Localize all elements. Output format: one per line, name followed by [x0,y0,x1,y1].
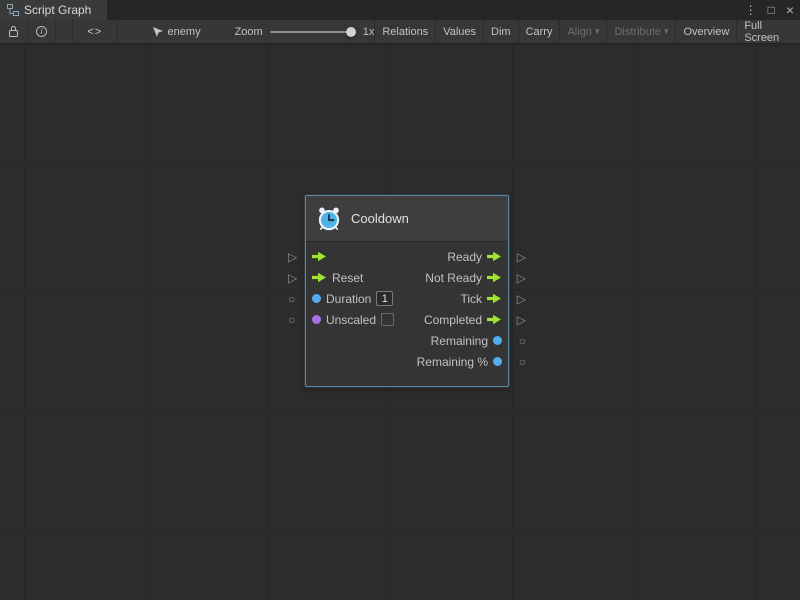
align-button[interactable]: Align ▾ [559,20,606,43]
node-row: ○ Duration Tick ▷ [306,288,508,309]
code-view-button[interactable]: <> [72,20,118,43]
code-icon: <> [87,26,102,38]
relations-button[interactable]: Relations [374,20,435,43]
flow-input-connector[interactable]: ▷ [288,272,297,284]
alarm-clock-icon [316,206,342,232]
lock-icon [8,25,19,38]
info-icon: i [36,26,47,37]
close-icon[interactable]: × [786,3,794,17]
zoom-control: Zoom 1x [235,20,375,43]
titlebar: Script Graph ⋮ □ × [0,0,800,20]
cooldown-node[interactable]: Cooldown ▷ Ready [305,195,509,387]
flow-port-icon[interactable] [312,272,327,283]
node-row: Remaining ○ [306,330,508,351]
tab-script-graph[interactable]: Script Graph [0,0,107,20]
info-button[interactable]: i [28,20,56,43]
values-button[interactable]: Values [435,20,483,43]
window-controls: ⋮ □ × [745,0,794,20]
distribute-button[interactable]: Distribute ▾ [606,20,675,43]
flow-port-icon[interactable] [487,314,502,325]
flow-output-connector[interactable]: ▷ [517,314,526,326]
value-port-icon[interactable] [312,315,321,324]
node-body: ▷ Ready ▷ ▷ [306,242,508,386]
lock-button[interactable] [0,20,28,43]
flow-port-icon[interactable] [487,251,502,262]
node-row: ○ Unscaled Completed ▷ [306,309,508,330]
port-label: Remaining % [417,355,488,369]
value-port-icon[interactable] [493,336,502,345]
toolbar-buttons: Relations Values Dim Carry Align ▾ Distr… [374,20,800,43]
graph-target-label: enemy [168,26,201,38]
zoom-label: Zoom [235,26,263,38]
chevron-down-icon: ▾ [664,26,669,37]
port-label: Tick [460,292,482,306]
dim-button[interactable]: Dim [483,20,518,43]
chevron-down-icon: ▾ [595,26,600,37]
carry-button[interactable]: Carry [518,20,560,43]
menu-icon[interactable]: ⋮ [745,4,757,16]
tab-title: Script Graph [24,3,91,17]
unscaled-checkbox[interactable] [381,313,394,326]
duration-field[interactable] [376,291,393,306]
script-graph-window: Script Graph ⋮ □ × i <> [0,0,800,600]
script-graph-icon [7,4,19,16]
value-port-icon[interactable] [312,294,321,303]
port-label: Not Ready [425,271,482,285]
node-row: ▷ Ready ▷ [306,246,508,267]
flow-output-connector[interactable]: ▷ [517,272,526,284]
node-header[interactable]: Cooldown [306,196,508,242]
value-input-connector[interactable]: ○ [288,314,295,326]
zoom-slider-handle[interactable] [346,27,356,37]
port-label: Remaining [431,334,488,348]
full-screen-button[interactable]: Full Screen [736,20,800,43]
port-label: Reset [332,271,363,285]
flow-output-connector[interactable]: ▷ [517,293,526,305]
graph-target[interactable]: enemy [152,20,201,43]
flow-port-icon[interactable] [487,272,502,283]
port-label: Unscaled [326,313,376,327]
port-label: Ready [447,250,482,264]
graph-toolbar: i <> enemy Zoom 1x Relations Values Dim … [0,20,800,44]
port-label: Completed [424,313,482,327]
flow-port-icon[interactable] [312,251,327,262]
port-label: Duration [326,292,371,306]
value-port-icon[interactable] [493,357,502,366]
node-row: Remaining % ○ [306,351,508,372]
value-output-connector[interactable]: ○ [519,335,526,347]
graph-canvas[interactable]: Cooldown ▷ Ready [0,44,800,600]
maximize-icon[interactable]: □ [768,4,775,16]
flow-port-icon[interactable] [487,293,502,304]
node-title: Cooldown [351,211,409,226]
zoom-slider[interactable] [270,31,356,33]
flow-output-connector[interactable]: ▷ [517,251,526,263]
zoom-value: 1x [363,26,375,38]
value-output-connector[interactable]: ○ [519,356,526,368]
value-input-connector[interactable]: ○ [288,293,295,305]
node-row: ▷ Reset Not Ready ▷ [306,267,508,288]
flow-input-connector[interactable]: ▷ [288,251,297,263]
pointer-icon [152,26,163,38]
overview-button[interactable]: Overview [675,20,736,43]
